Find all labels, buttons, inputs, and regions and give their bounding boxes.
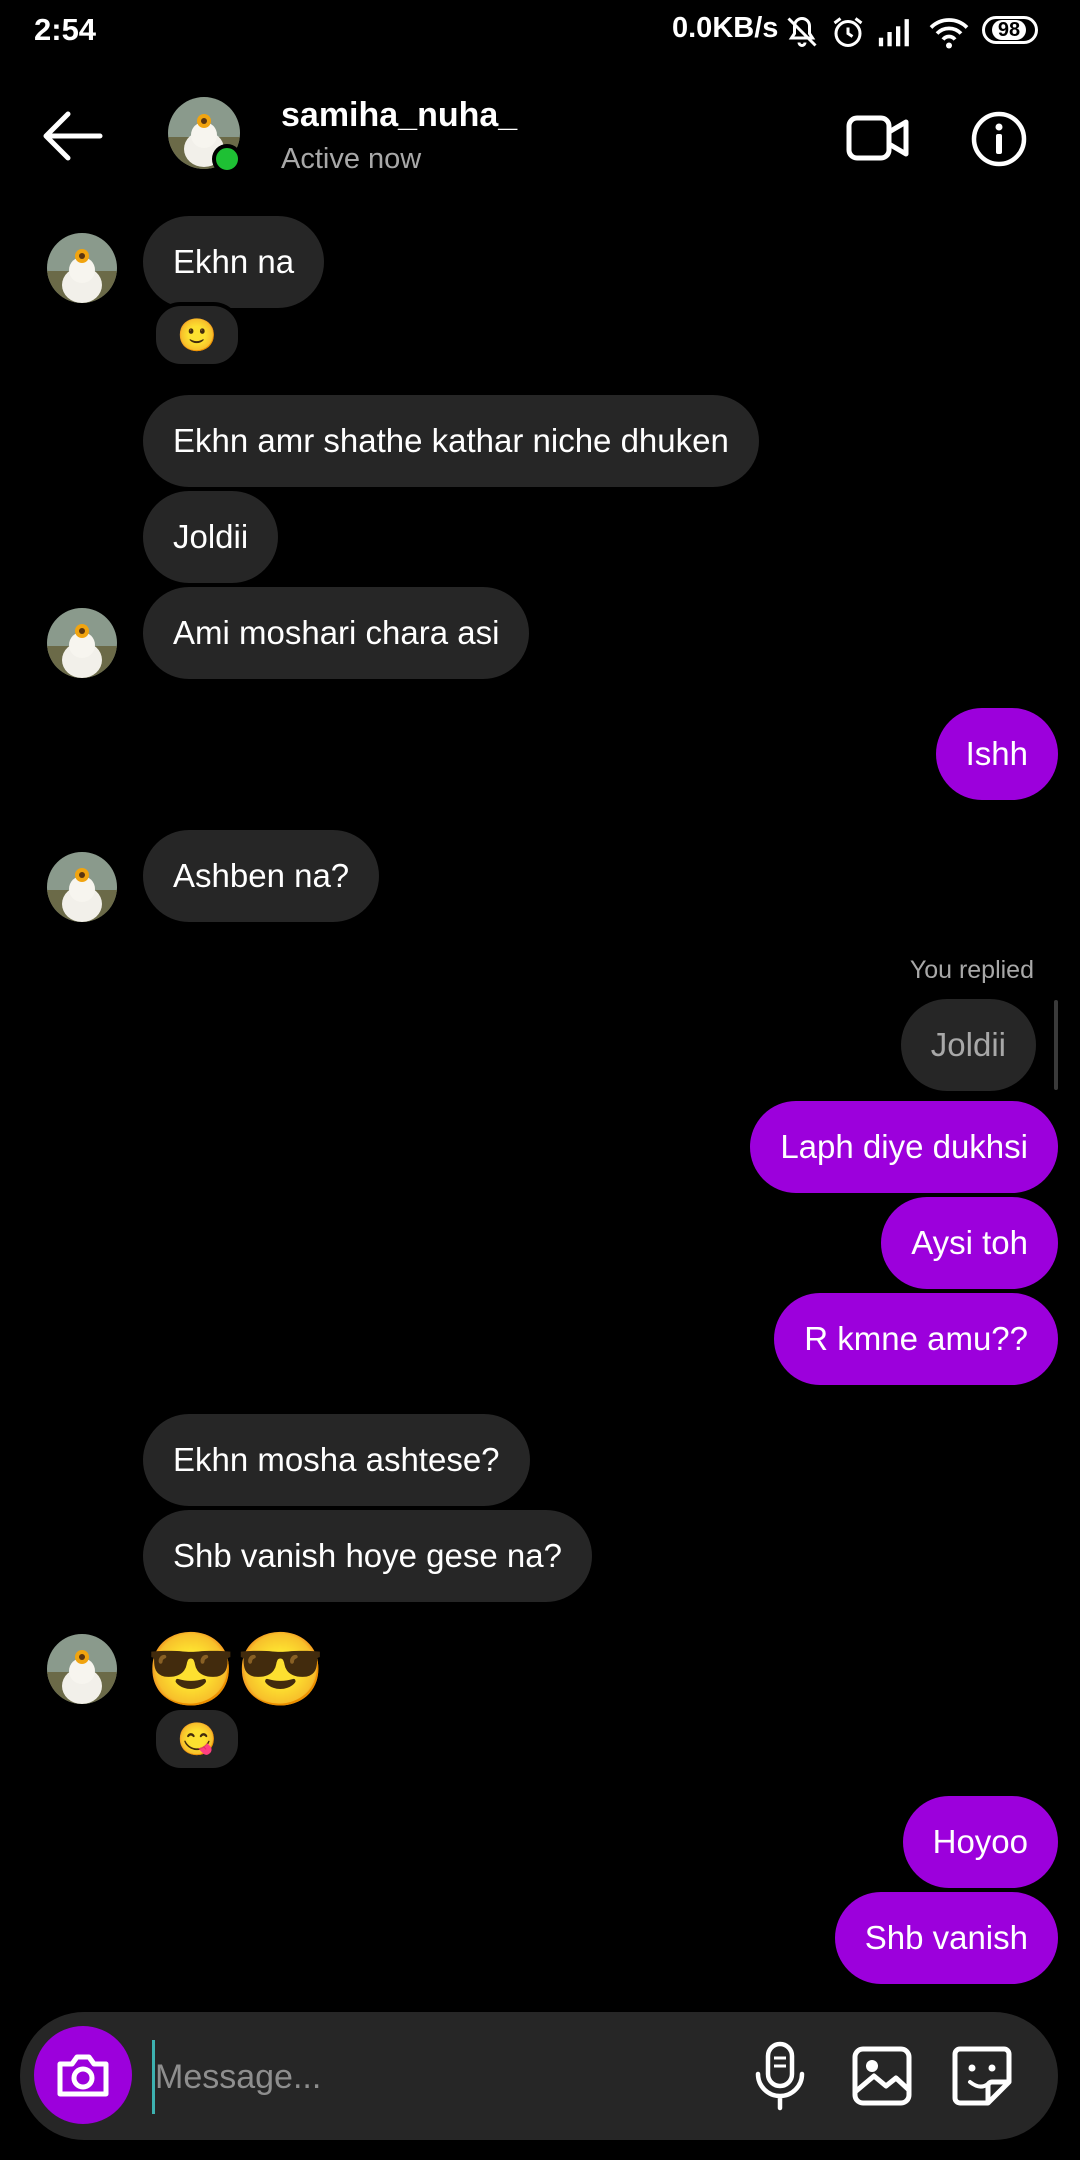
- message-reaction[interactable]: 🙂: [152, 302, 242, 368]
- message-incoming[interactable]: Ashben na?: [143, 830, 380, 922]
- battery-level: 98: [991, 20, 1027, 40]
- info-button[interactable]: [970, 110, 1028, 168]
- status-bar: [0, 0, 1080, 64]
- quoted-message[interactable]: Joldii: [900, 999, 1036, 1091]
- wifi-icon: [929, 18, 969, 49]
- avatar[interactable]: [47, 233, 117, 303]
- message-incoming[interactable]: Ekhn amr shathe kathar niche dhuken: [143, 395, 759, 487]
- message-reaction[interactable]: 😋: [152, 1706, 242, 1772]
- message-outgoing[interactable]: Shb vanish: [834, 1892, 1058, 1984]
- message-incoming[interactable]: Ekhn mosha ashtese?: [143, 1414, 530, 1506]
- active-status-dot: [212, 144, 242, 174]
- message-outgoing[interactable]: R kmne amu??: [774, 1293, 1058, 1385]
- active-status: Active now: [281, 143, 422, 175]
- message-incoming[interactable]: Joldii: [143, 491, 279, 583]
- scrollbar-thumb[interactable]: [1054, 1000, 1058, 1090]
- message-incoming[interactable]: Shb vanish hoye gese na?: [143, 1510, 592, 1602]
- chat-username[interactable]: samiha_nuha_: [281, 96, 517, 135]
- message-outgoing[interactable]: Aysi toh: [881, 1197, 1058, 1289]
- message-incoming[interactable]: Ami moshari chara asi: [143, 587, 530, 679]
- network-speed: 0.0KB/s: [672, 12, 779, 44]
- mute-bell-icon: [787, 16, 817, 47]
- status-time: 2:54: [34, 12, 97, 47]
- message-outgoing[interactable]: Hoyoo: [902, 1796, 1058, 1888]
- avatar[interactable]: [47, 1634, 117, 1704]
- message-input[interactable]: [152, 2040, 717, 2114]
- message-outgoing[interactable]: Ishh: [935, 708, 1058, 800]
- emoji-message[interactable]: 😎😎: [146, 1630, 325, 1710]
- alarm-icon: [833, 17, 863, 47]
- message-outgoing[interactable]: Laph diye dukhsi: [750, 1101, 1058, 1193]
- gallery-button[interactable]: [850, 2044, 914, 2108]
- avatar[interactable]: [47, 608, 117, 678]
- camera-icon: [57, 2054, 109, 2097]
- video-call-button[interactable]: [846, 112, 910, 164]
- sticker-button[interactable]: [950, 2044, 1014, 2108]
- back-button[interactable]: [38, 108, 106, 164]
- microphone-button[interactable]: [752, 2040, 808, 2112]
- camera-button[interactable]: [34, 2026, 132, 2124]
- battery-indicator: 98: [982, 16, 1038, 44]
- message-incoming[interactable]: Ekhn na: [143, 216, 325, 308]
- reply-label: You replied: [909, 956, 1034, 984]
- signal-icon: [878, 19, 909, 47]
- avatar[interactable]: [47, 852, 117, 922]
